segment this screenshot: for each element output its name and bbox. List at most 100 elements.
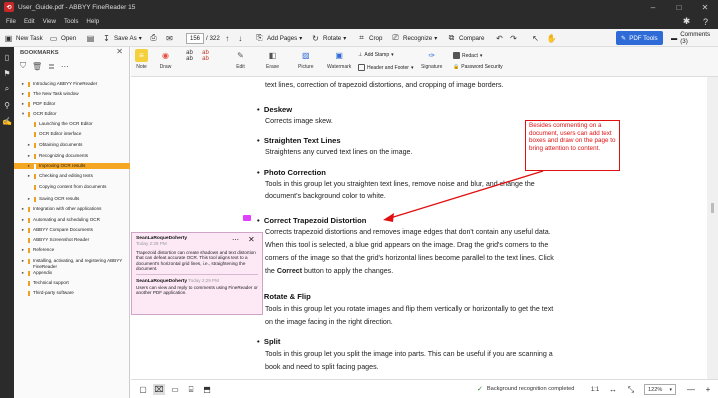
menu-file[interactable]: File xyxy=(6,18,16,25)
watermark-tool[interactable]: ▣ Watermark xyxy=(327,49,351,70)
bookmark-item[interactable]: ▸ PDF Editor xyxy=(14,101,130,107)
zoom-out-icon[interactable]: — xyxy=(685,384,697,395)
select-tool-button[interactable]: ↖ xyxy=(530,31,541,45)
expand-bookmarks-icon[interactable]: ≣ xyxy=(48,62,55,71)
save-as-button[interactable]: ↧ Save As ▾ xyxy=(101,31,142,45)
bookmark-item[interactable]: ▸ The New Task window xyxy=(14,91,130,97)
new-task-button[interactable]: ▣ New Task xyxy=(3,31,43,45)
settings-gear-icon[interactable]: ✱ xyxy=(680,15,693,28)
signature-tool[interactable]: ✑ Signature xyxy=(421,49,442,70)
print-button[interactable]: ⎙ xyxy=(148,31,159,45)
full-screen-icon[interactable]: ⬒ xyxy=(201,384,213,395)
caret-right-icon[interactable]: ▸ xyxy=(20,227,26,233)
caret-right-icon[interactable]: ▸ xyxy=(20,91,26,97)
redact-button[interactable]: Redact ▾ xyxy=(453,52,482,59)
zoom-select[interactable]: 122% ▾ xyxy=(644,384,676,395)
caret-right-icon[interactable]: ▸ xyxy=(26,196,32,202)
bookmark-item[interactable]: ▸ ABBYY Compare Documents xyxy=(14,227,130,233)
email-button[interactable]: ✉ xyxy=(164,31,175,45)
bookmark-item[interactable]: ▸ Reference xyxy=(14,247,130,253)
help-icon[interactable]: ? xyxy=(699,15,712,28)
pages-panel-icon[interactable]: ▯ xyxy=(1,51,13,63)
menu-help[interactable]: Help xyxy=(86,18,99,25)
caret-right-icon[interactable]: ▸ xyxy=(20,206,26,212)
bookmark-item[interactable]: ▸ Saving OCR results xyxy=(14,196,130,202)
bookmark-item[interactable]: OCR Editor interface xyxy=(14,131,130,137)
actual-size-icon[interactable]: 1:1 xyxy=(589,384,601,395)
pages-view-icon[interactable]: ▢ xyxy=(137,384,149,395)
menu-tools[interactable]: Tools xyxy=(64,18,78,25)
minimize-icon[interactable]: – xyxy=(642,0,664,14)
close-comment-icon[interactable]: ✕ xyxy=(248,235,255,244)
caret-right-icon[interactable]: ▸ xyxy=(20,217,26,223)
next-page-icon[interactable]: ↓ xyxy=(235,33,246,44)
tags-panel-icon[interactable]: ⚲ xyxy=(1,99,13,111)
signatures-panel-icon[interactable]: ✍ xyxy=(1,115,13,127)
search-icon[interactable]: ⌕ xyxy=(1,83,13,95)
bookmark-item[interactable]: ▸ Appendix xyxy=(14,270,130,276)
caret-right-icon[interactable]: ▸ xyxy=(26,153,32,159)
bookmark-item[interactable]: Third-party software xyxy=(14,290,130,296)
close-icon[interactable]: ✕ xyxy=(694,0,716,14)
vertical-scrollbar[interactable] xyxy=(707,77,718,379)
fit-page-icon[interactable]: ⤡ xyxy=(625,384,637,395)
more-options-icon[interactable]: ⋯ xyxy=(61,62,69,71)
close-panel-icon[interactable]: ✕ xyxy=(116,47,123,56)
bookmark-item[interactable]: ABBYY Screenshot Reader xyxy=(14,237,130,243)
bookmark-item[interactable]: ▸ Automating and scheduling OCR xyxy=(14,217,130,223)
maximize-icon[interactable]: □ xyxy=(668,0,690,14)
single-page-view-icon[interactable]: ⌧ xyxy=(153,384,165,395)
caret-right-icon[interactable]: ▸ xyxy=(26,173,32,179)
caret-down-icon[interactable]: ▾ xyxy=(20,111,26,117)
header-footer-button[interactable]: Header and Footer ▾ xyxy=(358,64,414,71)
previous-page-icon[interactable]: ↑ xyxy=(222,33,233,44)
rotate-button[interactable]: ↻ Rotate ▾ xyxy=(310,31,346,45)
crop-button[interactable]: ⌗ Crop xyxy=(356,31,382,45)
bookmark-item[interactable]: ▸ Improving OCR results xyxy=(14,163,130,169)
menu-view[interactable]: View xyxy=(43,18,56,25)
new-bookmark-icon[interactable]: ⛉ xyxy=(20,61,26,71)
delete-bookmark-icon[interactable]: 🗑 xyxy=(32,62,42,71)
erase-tool[interactable]: ◧ Erase xyxy=(266,49,279,70)
zoom-in-icon[interactable]: + xyxy=(702,384,714,395)
caret-right-icon[interactable]: ▸ xyxy=(20,247,26,253)
bookmark-item[interactable]: ▸ Introducing ABBYY FineReader xyxy=(14,81,130,87)
bookmark-item[interactable]: Technical support xyxy=(14,280,130,286)
highlight-tools[interactable]: ab ab xyxy=(183,49,196,64)
draw-tool[interactable]: ◉ Draw xyxy=(159,49,172,70)
password-security-button[interactable]: 🔒 Password Security xyxy=(453,64,503,70)
recognize-button[interactable]: ⎚ Recognize ▾ xyxy=(390,31,437,45)
bookmark-item[interactable]: Launching the OCR Editor xyxy=(14,121,130,127)
bookmark-item[interactable]: ▸ Checking and editing texts xyxy=(14,173,130,179)
strike-tools[interactable]: ab ab xyxy=(199,49,212,64)
bookmark-item[interactable]: Copying content from documents xyxy=(14,184,130,190)
page-number-input[interactable]: 156 xyxy=(186,32,205,44)
menu-edit[interactable]: Edit xyxy=(24,18,35,25)
compare-button[interactable]: ⧉ Compare xyxy=(446,31,485,45)
comments-button[interactable]: ▬ Comments (3) xyxy=(666,31,718,45)
caret-right-icon[interactable]: ▸ xyxy=(20,101,26,107)
more-options-icon[interactable]: ⋯ xyxy=(232,237,239,244)
bookmark-item[interactable]: ▸ Integration with other applications xyxy=(14,206,130,212)
comment-popup[interactable]: SeanLaRoqueDoherty Today 2:28 PM ⋯ ✕ Tra… xyxy=(131,232,263,315)
two-page-view-icon[interactable]: ▭ xyxy=(169,384,181,395)
caret-right-icon[interactable]: ▸ xyxy=(26,163,32,169)
scroll-view-icon[interactable]: ⌸ xyxy=(185,384,197,395)
hand-tool-button[interactable]: ✋ xyxy=(546,31,557,45)
save-icon-button[interactable]: ▤ xyxy=(85,31,96,45)
add-pages-button[interactable]: ⎘ Add Pages ▾ xyxy=(254,31,302,45)
caret-right-icon[interactable]: ▸ xyxy=(20,81,26,87)
caret-right-icon[interactable]: ▸ xyxy=(20,270,26,276)
bookmark-item[interactable]: ▸ Installing, activating, and registering… xyxy=(14,258,130,270)
bookmark-item[interactable]: ▸ Obtaining documents xyxy=(14,142,130,148)
scrollbar-thumb[interactable] xyxy=(711,203,714,213)
bookmark-item[interactable]: ▾ OCR Editor xyxy=(14,111,130,117)
bookmark-item[interactable]: ▸ Recognizing documents xyxy=(14,153,130,159)
picture-tool[interactable]: ▨ Picture xyxy=(298,49,314,70)
bookmarks-panel-icon[interactable]: ⚑ xyxy=(1,67,13,79)
redo-button[interactable]: ↷ xyxy=(508,31,519,45)
pdf-tools-button[interactable]: ✎ PDF Tools xyxy=(616,31,663,45)
open-button[interactable]: ▭ Open xyxy=(48,31,76,45)
caret-right-icon[interactable]: ▸ xyxy=(20,258,26,264)
fit-width-icon[interactable]: ↔ xyxy=(607,384,619,395)
